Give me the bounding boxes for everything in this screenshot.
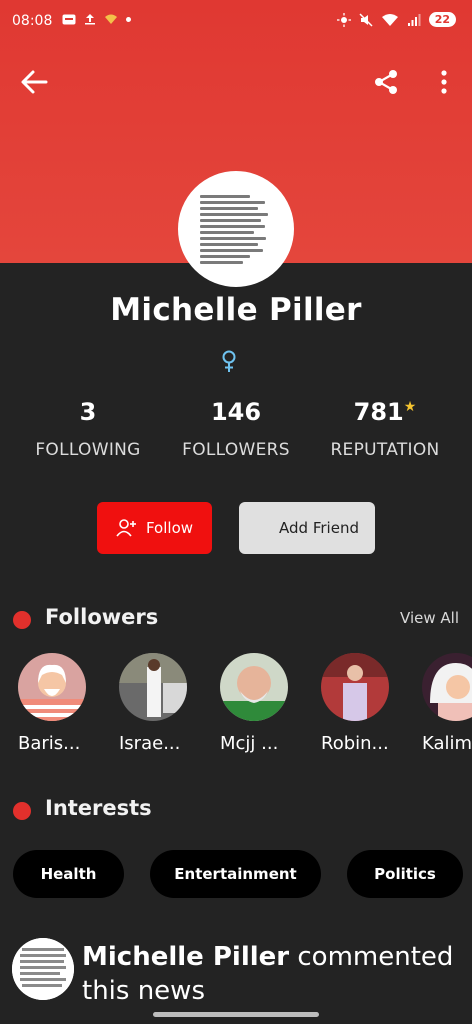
profile-avatar[interactable]: [178, 171, 294, 287]
follower-name: Baris...: [18, 733, 81, 754]
stat-reputation-value: 781: [353, 398, 404, 426]
share-button[interactable]: [366, 62, 406, 102]
interest-chip[interactable]: Entertainment: [150, 850, 321, 898]
interest-chip[interactable]: Health: [13, 850, 124, 898]
activity-actor[interactable]: Michelle Piller: [82, 942, 289, 972]
section-dot-icon: [13, 802, 31, 820]
home-indicator: [153, 1012, 319, 1017]
stat-followers-value: 146: [210, 398, 262, 426]
follower-avatar: [321, 653, 389, 721]
follower-name: Israe...: [119, 733, 181, 754]
interests-chips: Health Entertainment Politics: [0, 850, 472, 898]
followers-section-title: Followers: [45, 605, 159, 629]
arrow-left-icon: [21, 70, 48, 94]
wifi-alert-icon: [105, 14, 117, 24]
follower-item[interactable]: Mcjj ...: [220, 653, 300, 754]
brightness-icon: [336, 12, 351, 27]
mute-icon: [359, 12, 373, 27]
signal-icon: [407, 13, 421, 26]
profile-name: Michelle Piller: [110, 292, 362, 328]
activity-avatar: [12, 938, 74, 1000]
upload-icon: [85, 14, 95, 25]
follower-avatar: [119, 653, 187, 721]
interests-section-header: Interests: [0, 794, 472, 824]
follower-item[interactable]: Kalim: [422, 653, 472, 754]
interests-section-title: Interests: [45, 796, 152, 820]
status-time: 08:08: [12, 13, 53, 29]
follower-item[interactable]: Baris...: [18, 653, 98, 754]
female-icon: [222, 350, 236, 372]
follow-button[interactable]: Follow: [97, 502, 212, 554]
stat-followers[interactable]: 146 FOLLOWERS: [172, 398, 300, 460]
star-icon: ★: [403, 399, 417, 415]
follower-avatar: [422, 653, 472, 721]
add-friend-button-label: Add Friend: [279, 519, 359, 537]
notification-dot-icon: [126, 16, 131, 22]
status-bar: 08:08 22: [0, 0, 472, 44]
share-icon: [375, 70, 397, 94]
stat-following[interactable]: 3 FOLLOWING: [26, 398, 150, 460]
stat-reputation[interactable]: 781★ REPUTATION: [318, 398, 452, 460]
follow-button-label: Follow: [145, 519, 194, 537]
follower-item[interactable]: Israe...: [119, 653, 199, 754]
add-friend-button[interactable]: Add Friend: [239, 502, 375, 554]
follower-avatar: [220, 653, 288, 721]
stat-following-value: 3: [79, 398, 97, 426]
section-dot-icon: [13, 611, 31, 629]
add-user-icon: [116, 519, 136, 537]
follower-avatar: [18, 653, 86, 721]
followers-section-header: Followers View All: [0, 603, 472, 633]
battery-indicator: 22: [428, 12, 456, 27]
follower-item[interactable]: Robin...: [321, 653, 401, 754]
interest-chip[interactable]: Politics: [347, 850, 463, 898]
follower-name: Mcjj ...: [220, 733, 279, 754]
followers-list: Baris... Israe... Mcjj ... Robin... Kali…: [0, 653, 472, 763]
follower-name: Robin...: [321, 733, 389, 754]
email-icon: [62, 14, 76, 24]
view-all-followers-link[interactable]: View All: [400, 609, 459, 627]
more-options-button[interactable]: [424, 62, 464, 102]
stat-following-label: FOLLOWING: [35, 440, 141, 460]
stat-followers-label: FOLLOWERS: [182, 440, 290, 460]
stat-reputation-label: REPUTATION: [330, 440, 440, 460]
back-button[interactable]: [14, 62, 54, 102]
wifi-icon: [381, 13, 398, 26]
more-vert-icon: [441, 70, 447, 94]
follower-name: Kalim: [422, 733, 472, 754]
